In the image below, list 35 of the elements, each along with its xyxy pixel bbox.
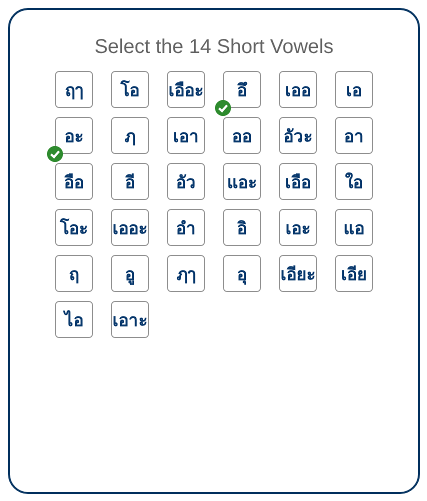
vowel-tile[interactable]: อิ bbox=[223, 209, 261, 246]
vowel-tile[interactable]: ฤ bbox=[55, 255, 93, 292]
vowel-tile[interactable]: อุ bbox=[223, 255, 261, 292]
vowel-tile[interactable]: ออ bbox=[223, 117, 261, 154]
vowel-tile[interactable]: เอีย bbox=[335, 255, 373, 292]
check-icon bbox=[47, 146, 63, 162]
vowel-tile[interactable]: เอะ bbox=[279, 209, 317, 246]
vowel-tile[interactable]: เออะ bbox=[111, 209, 149, 246]
vowel-tile[interactable]: โอ bbox=[111, 71, 149, 108]
vowel-tile[interactable]: อี bbox=[111, 163, 149, 200]
vowel-tile[interactable]: อำ bbox=[167, 209, 205, 246]
title: Select the 14 Short Vowels bbox=[93, 36, 335, 59]
vowel-tile[interactable]: เออ bbox=[279, 71, 317, 108]
vowel-tile[interactable]: ฦๅ bbox=[167, 255, 205, 292]
vowel-tile[interactable]: ฤๅ bbox=[55, 71, 93, 108]
vowel-tile[interactable]: อือ bbox=[55, 163, 93, 200]
vowel-tile[interactable]: ฦ bbox=[111, 117, 149, 154]
vowel-tile[interactable]: ใอ bbox=[335, 163, 373, 200]
vowel-tile[interactable]: เอาะ bbox=[111, 301, 149, 338]
vowel-tile[interactable]: อึ bbox=[223, 71, 261, 108]
vowel-tile[interactable]: อะ bbox=[55, 117, 93, 154]
vowel-tile[interactable]: อัว bbox=[167, 163, 205, 200]
vowel-tile[interactable]: แอะ bbox=[223, 163, 261, 200]
vowel-tile[interactable]: โอะ bbox=[55, 209, 93, 246]
vowel-tile[interactable]: อัวะ bbox=[279, 117, 317, 154]
check-icon bbox=[215, 100, 231, 116]
vowel-tile[interactable]: แอ bbox=[335, 209, 373, 246]
vowel-tile[interactable]: เอือ bbox=[279, 163, 317, 200]
vowel-tile[interactable]: เอ bbox=[335, 71, 373, 108]
vowel-tile[interactable]: เอียะ bbox=[279, 255, 317, 292]
vowel-tile[interactable]: อา bbox=[335, 117, 373, 154]
vowel-tile[interactable]: เอือะ bbox=[167, 71, 205, 108]
vowel-tile[interactable]: เอา bbox=[167, 117, 205, 154]
vowel-tile[interactable]: อู bbox=[111, 255, 149, 292]
vowel-tile[interactable]: ไอ bbox=[55, 301, 93, 338]
